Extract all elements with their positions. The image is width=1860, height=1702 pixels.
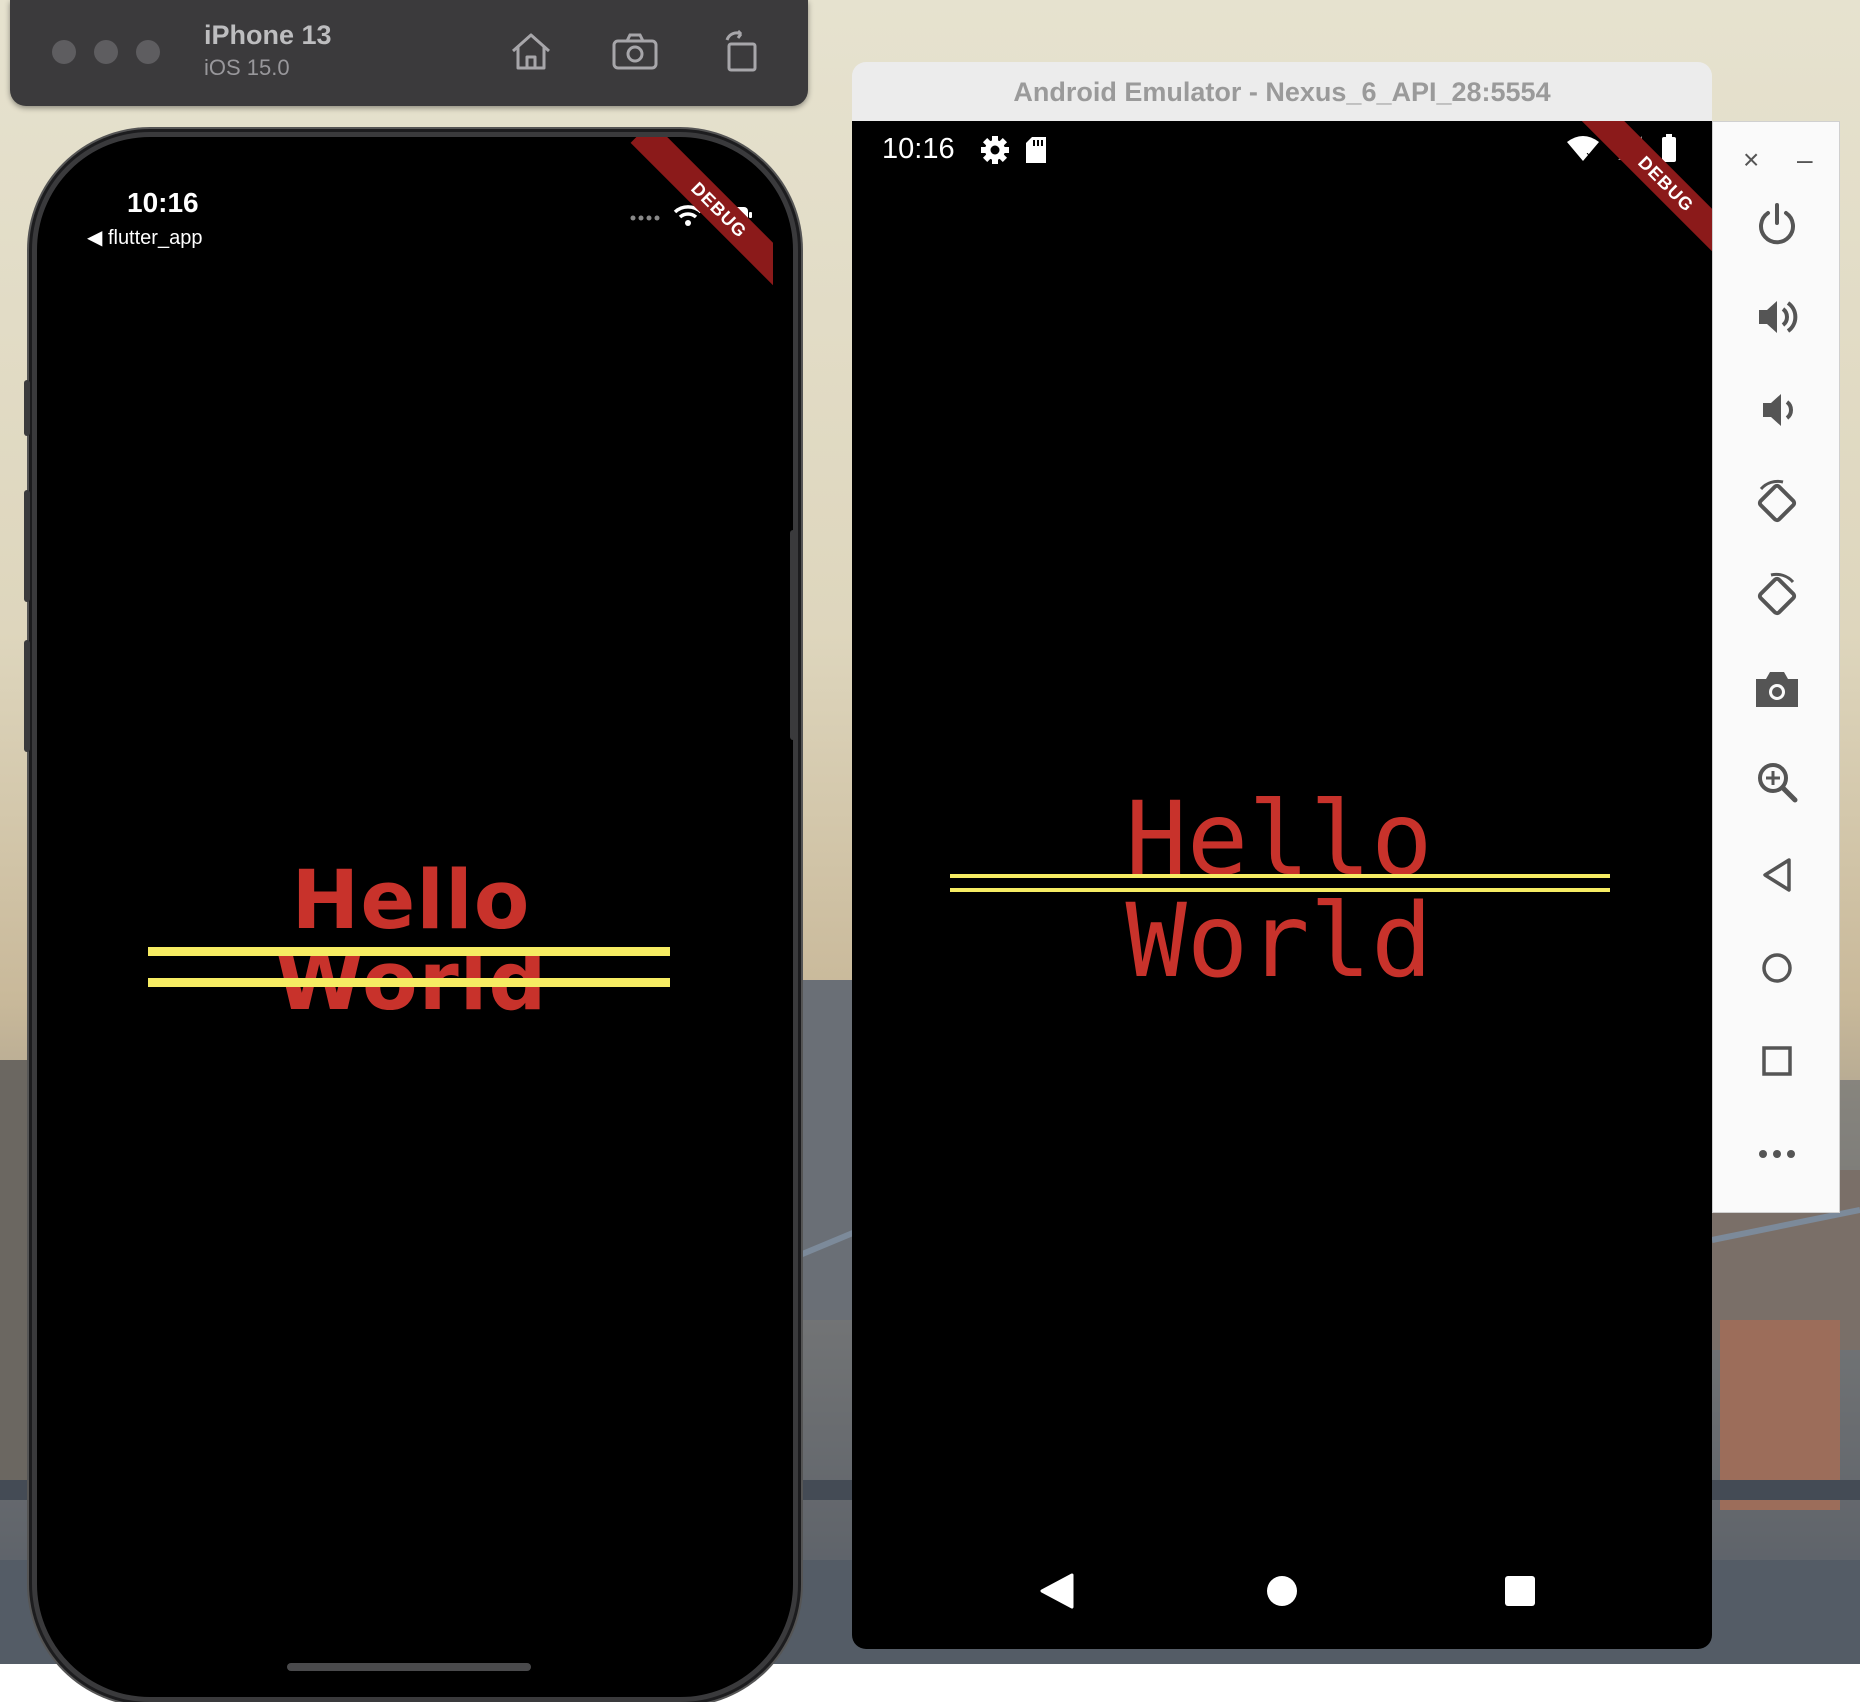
text-underline-upper bbox=[950, 874, 1610, 878]
back-to-app-link[interactable]: ◀ flutter_app bbox=[87, 225, 202, 250]
text-underline-upper bbox=[148, 947, 670, 956]
volume-up-icon[interactable] bbox=[1747, 287, 1807, 347]
side-power-button bbox=[790, 530, 796, 740]
text-underline-lower bbox=[148, 978, 670, 987]
android-emulator-title-bar: Android Emulator - Nexus_6_API_28:5554 bbox=[852, 62, 1712, 122]
more-icon[interactable] bbox=[1747, 1124, 1807, 1184]
home-indicator[interactable] bbox=[287, 1663, 531, 1671]
sd-card-icon bbox=[1024, 135, 1048, 170]
ios-simulator-toolbar: iPhone 13 iOS 15.0 bbox=[10, 0, 808, 106]
nav-recents-button[interactable] bbox=[1490, 1561, 1550, 1621]
silent-switch bbox=[24, 380, 30, 436]
overview-icon[interactable] bbox=[1747, 1031, 1807, 1091]
home-icon[interactable] bbox=[506, 26, 556, 76]
rotate-right-icon[interactable] bbox=[1747, 566, 1807, 626]
status-time: 10:16 bbox=[882, 133, 955, 165]
android-screen: 10:16 x DEBUG Hello World bbox=[852, 121, 1712, 1649]
android-notification-icons bbox=[980, 135, 1048, 170]
close-emulator-button[interactable]: × bbox=[1743, 144, 1759, 176]
minimize-window-button[interactable] bbox=[94, 40, 118, 64]
volume-up-hardware-button bbox=[24, 490, 30, 602]
zoom-icon[interactable] bbox=[1747, 752, 1807, 812]
volume-down-hardware-button bbox=[24, 640, 30, 752]
camera-icon[interactable] bbox=[1747, 659, 1807, 719]
volume-down-icon[interactable] bbox=[1747, 380, 1807, 440]
rotate-icon[interactable] bbox=[716, 26, 766, 76]
text-underline-lower bbox=[950, 888, 1610, 892]
simulator-device-name: iPhone 13 bbox=[204, 20, 332, 50]
hello-world-text: Hello World bbox=[274, 854, 548, 1029]
home-icon[interactable] bbox=[1747, 938, 1807, 998]
debug-banner: DEBUG bbox=[603, 137, 773, 307]
debug-banner: DEBUG bbox=[1562, 121, 1712, 271]
minimize-emulator-button[interactable]: – bbox=[1797, 144, 1813, 176]
iphone-device-frame: 10:16 ◀ flutter_app DEBUG Hello World bbox=[32, 132, 798, 1702]
nav-back-button[interactable] bbox=[1026, 1561, 1086, 1621]
close-window-button[interactable] bbox=[52, 40, 76, 64]
status-time: 10:16 bbox=[127, 187, 199, 218]
rotate-left-icon[interactable] bbox=[1747, 473, 1807, 533]
simulator-os-version: iOS 15.0 bbox=[204, 55, 290, 80]
zoom-window-button[interactable] bbox=[136, 40, 160, 64]
emulator-control-panel: × – bbox=[1712, 121, 1840, 1213]
settings-gear-icon bbox=[980, 135, 1010, 170]
power-icon[interactable] bbox=[1747, 194, 1807, 254]
back-icon[interactable] bbox=[1747, 845, 1807, 905]
nav-home-button[interactable] bbox=[1252, 1561, 1312, 1621]
screenshot-icon[interactable] bbox=[610, 26, 660, 76]
